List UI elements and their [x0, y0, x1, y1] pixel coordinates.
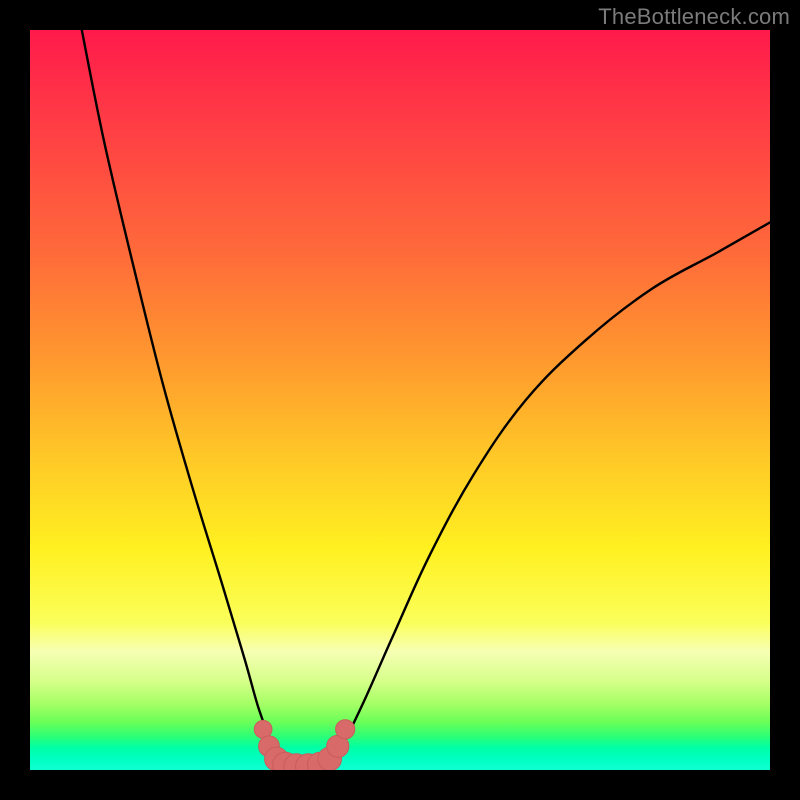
chart-svg [30, 30, 770, 770]
highlight-marker [336, 720, 355, 739]
watermark-text: TheBottleneck.com [598, 4, 790, 30]
curve-right-branch [326, 222, 770, 766]
chart-plot-area [30, 30, 770, 770]
curve-left-branch [82, 30, 285, 766]
highlight-markers [254, 720, 355, 770]
